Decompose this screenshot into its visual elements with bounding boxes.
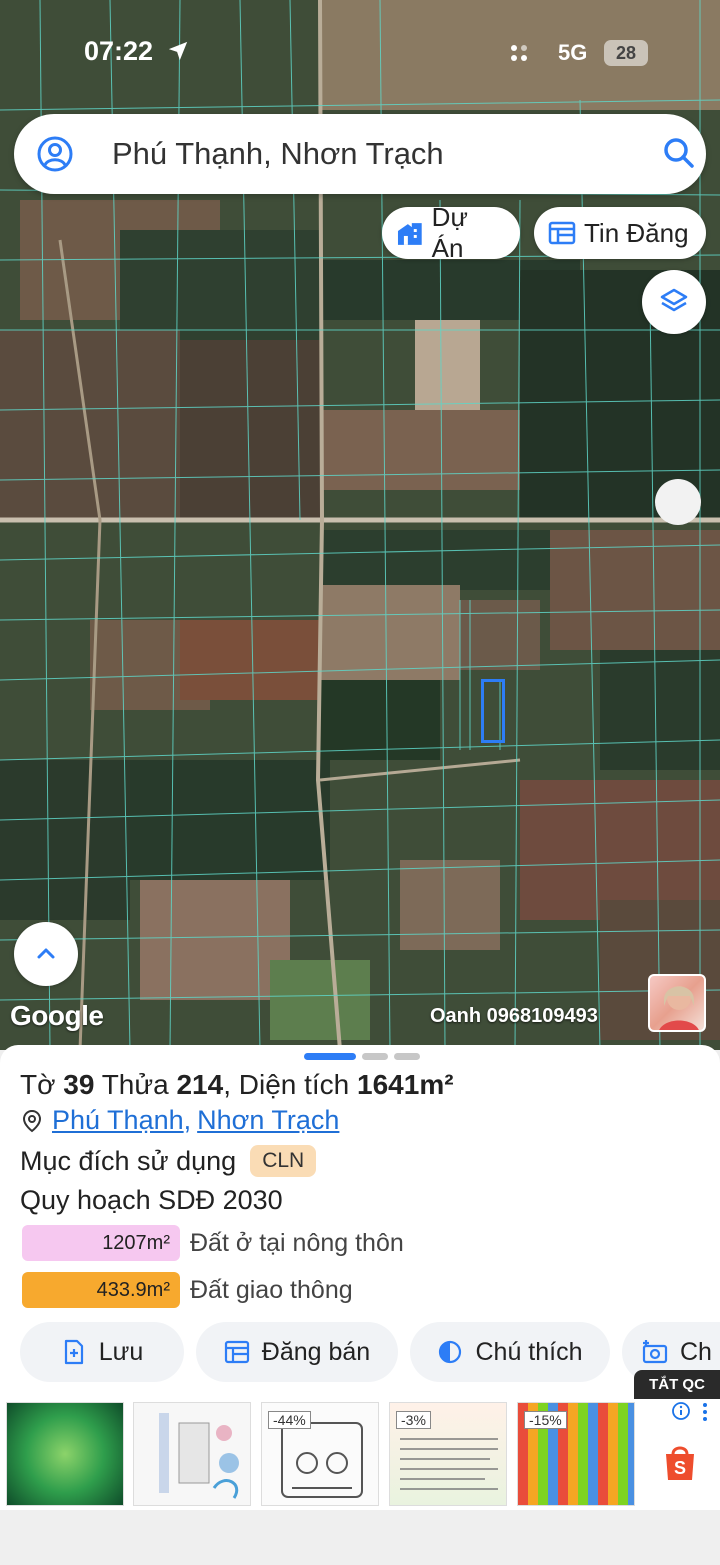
network-type: 5G	[558, 40, 588, 65]
post-for-sale-label: Đăng bán	[261, 1337, 371, 1366]
map-pin-icon	[22, 1109, 42, 1132]
land-use-purpose: Mục đích sử dụng CLN	[20, 1145, 317, 1177]
search-icon[interactable]	[662, 136, 696, 170]
pager-dot-active	[304, 1053, 356, 1060]
layers-button[interactable]	[642, 270, 706, 334]
ad-diagram-image	[159, 1413, 239, 1499]
purpose-label: Mục đích sử dụng	[20, 1145, 237, 1176]
sheet-number: 39	[63, 1069, 95, 1100]
avatar-photo	[659, 986, 699, 1030]
bookmark-add-icon	[64, 1339, 83, 1365]
contrast-icon	[439, 1340, 462, 1364]
more-vertical-icon[interactable]	[700, 1402, 710, 1422]
parcel-title: Tờ 39 Thửa 214, Diện tích 1641m²	[20, 1069, 454, 1100]
zone-label: Đất giao thông	[190, 1275, 353, 1304]
chevron-up-icon	[37, 948, 55, 959]
signal-dots-icon	[511, 45, 527, 61]
ward-link[interactable]: Phú Thạnh	[52, 1105, 184, 1136]
listing-board-icon	[548, 221, 576, 245]
plot-label: Thửa	[101, 1069, 169, 1100]
post-for-sale-button[interactable]: Đăng bán	[196, 1322, 398, 1382]
save-button[interactable]: Lưu	[20, 1322, 184, 1382]
contact-watermark: Oanh 0968109493	[430, 1005, 598, 1027]
zone-label: Đất ở tại nông thôn	[190, 1228, 404, 1257]
area-label: Diện tích	[238, 1069, 350, 1100]
zone-row: 1207m² Đất ở tại nông thôn	[22, 1225, 404, 1261]
projects-chip-label: Dự Án	[431, 202, 468, 263]
discount-badge: -44%	[268, 1411, 311, 1429]
avatar[interactable]	[648, 974, 706, 1032]
capture-button-label: Ch	[680, 1337, 712, 1366]
ad-product-thumbnail[interactable]	[6, 1402, 124, 1506]
layers-icon	[660, 288, 688, 312]
map-view[interactable]: 07:22 5G 28 Phú Thạnh, Nhơn Trạch Dự Án	[0, 0, 720, 1050]
legend-button[interactable]: Chú thích	[410, 1322, 610, 1382]
pager-dot	[394, 1053, 420, 1060]
svg-text:S: S	[674, 1458, 686, 1478]
listings-chip[interactable]: Tin Đăng	[534, 207, 706, 259]
purpose-code-badge: CLN	[250, 1145, 317, 1177]
legend-button-label: Chú thích	[475, 1337, 583, 1366]
floating-handle[interactable]	[655, 479, 701, 525]
ad-product-thumbnail[interactable]: -44%	[261, 1402, 379, 1506]
area-value: 1641m²	[357, 1069, 454, 1100]
selected-parcel-outline[interactable]	[481, 679, 505, 743]
discount-badge: -3%	[396, 1411, 431, 1429]
plot-number: 214	[176, 1069, 224, 1100]
close-ads-button[interactable]: TẮT QC	[634, 1370, 720, 1399]
projects-chip[interactable]: Dự Án	[382, 202, 520, 263]
zone-row: 433.9m² Đất giao thông	[22, 1272, 353, 1308]
save-button-label: Lưu	[98, 1337, 144, 1366]
expand-button[interactable]	[14, 922, 78, 986]
ad-product-thumbnail[interactable]: -3%	[389, 1402, 507, 1506]
parcel-info-sheet[interactable]: Tờ 39 Thửa 214, Diện tích 1641m² Phú Thạ…	[0, 1045, 720, 1405]
search-input[interactable]: Phú Thạnh, Nhơn Trạch	[112, 136, 444, 172]
listings-chip-label: Tin Đăng	[584, 217, 689, 248]
user-profile-icon[interactable]	[36, 135, 74, 173]
zone-area-bar: 433.9m²	[22, 1272, 180, 1308]
battery-indicator: 28	[604, 40, 648, 66]
search-bar[interactable]: Phú Thạnh, Nhơn Trạch	[14, 114, 706, 194]
planning-title: Quy hoạch SDĐ 2030	[20, 1185, 283, 1215]
building-icon	[397, 223, 422, 245]
sheet-pager[interactable]	[304, 1053, 420, 1060]
listing-board-icon	[224, 1340, 249, 1364]
discount-badge: -15%	[524, 1411, 567, 1429]
map-attribution: Google	[10, 1000, 104, 1031]
location-row: Phú Thạnh, Nhơn Trạch	[22, 1105, 339, 1136]
shopee-bag-icon[interactable]: S	[662, 1442, 698, 1482]
bottom-safe-area	[0, 1510, 720, 1565]
ad-product-thumbnail[interactable]	[133, 1402, 251, 1506]
camera-add-icon	[642, 1340, 668, 1364]
zone-area-bar: 1207m²	[22, 1225, 180, 1261]
location-arrow-icon	[168, 41, 188, 61]
info-icon[interactable]	[672, 1402, 690, 1420]
pager-dot	[362, 1053, 388, 1060]
ad-product-thumbnail[interactable]: -15%	[517, 1402, 635, 1506]
status-time: 07:22	[84, 36, 154, 66]
district-link[interactable]: Nhơn Trạch	[197, 1105, 339, 1136]
sheet-label: Tờ	[20, 1069, 56, 1100]
